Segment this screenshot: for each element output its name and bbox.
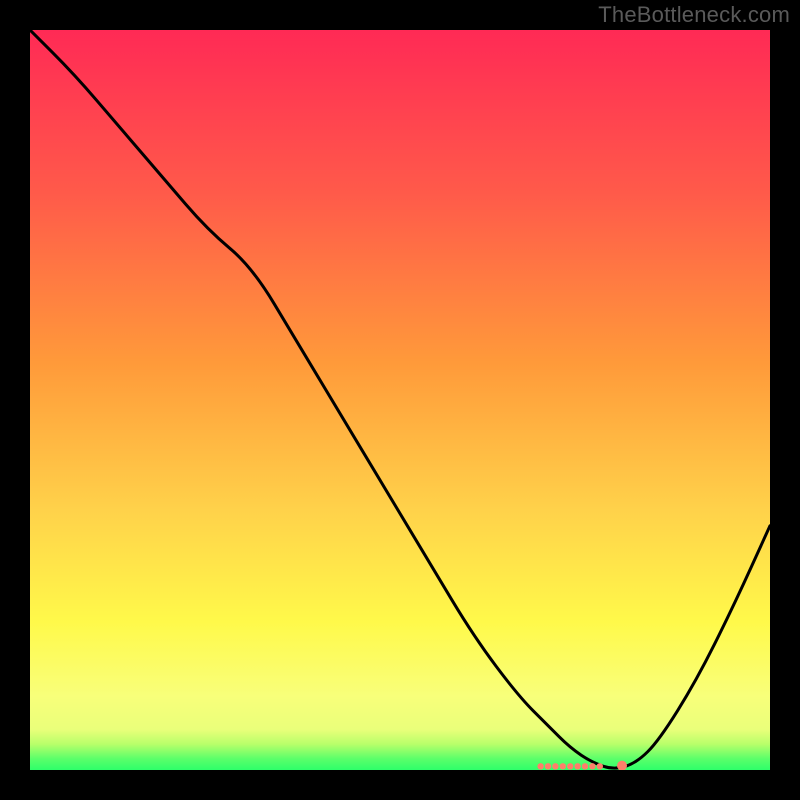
marker-dot — [597, 763, 603, 769]
chart-frame: TheBottleneck.com — [0, 0, 800, 800]
marker-dot — [574, 763, 580, 769]
marker-dot — [582, 763, 588, 769]
gradient-background — [30, 30, 770, 770]
marker-dot — [567, 763, 573, 769]
marker-dot — [545, 763, 551, 769]
marker-dot — [552, 763, 558, 769]
marker-dot — [560, 763, 566, 769]
marker-dot — [537, 763, 543, 769]
marker-dot — [589, 763, 595, 769]
bottleneck-chart — [30, 30, 770, 770]
watermark-text: TheBottleneck.com — [598, 2, 790, 28]
